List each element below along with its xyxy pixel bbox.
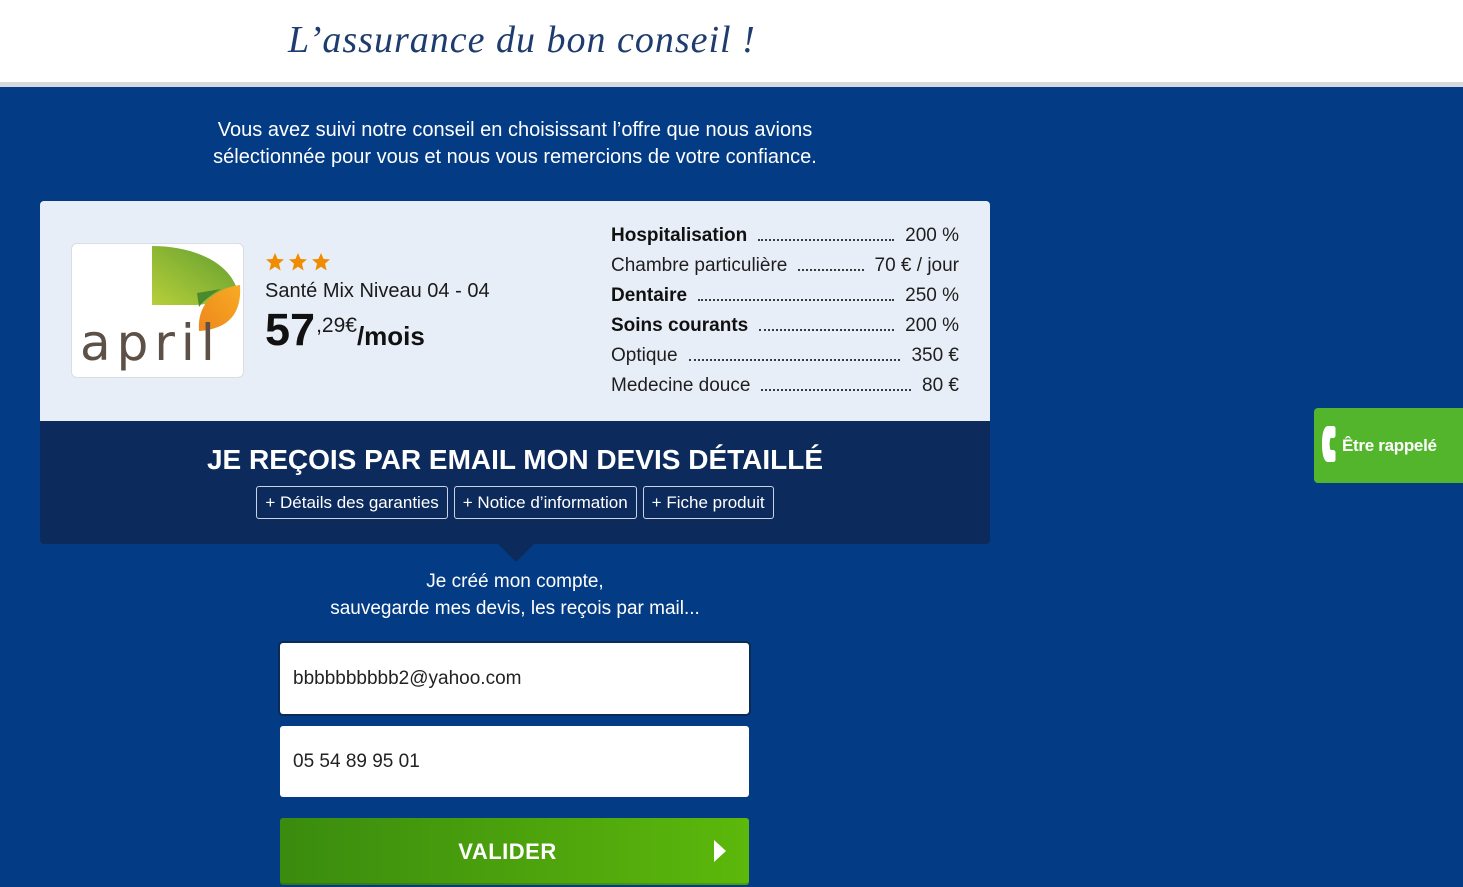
submit-button[interactable]: VALIDER <box>280 818 749 885</box>
april-logo: april <box>80 246 241 372</box>
dot-leader <box>798 269 864 271</box>
arrow-right-icon <box>714 840 726 862</box>
phone-field[interactable] <box>280 726 749 797</box>
guarantee-table: Hospitalisation 200 % Chambre particuliè… <box>611 221 959 401</box>
guarantee-value: 80 € <box>922 375 959 396</box>
price-period: /mois <box>356 321 425 351</box>
banner-title: JE REÇOIS PAR EMAIL MON DEVIS DÉTAILLÉ <box>206 444 824 475</box>
guarantee-value: 350 € <box>911 345 959 366</box>
star-icon <box>266 253 284 271</box>
page: L’assurance du bon conseil ! Vous avez s… <box>0 0 1463 887</box>
phone-icon <box>1322 425 1338 463</box>
guarantee-label: Optique <box>611 345 678 366</box>
guarantee-row: Chambre particulière 70 € / jour <box>611 251 959 281</box>
guarantee-value: 250 % <box>905 285 959 306</box>
guarantee-details-link[interactable]: + Détails des garanties <box>256 486 448 519</box>
document-links: + Détails des garanties + Notice d’infor… <box>40 486 990 519</box>
information-notice-link[interactable]: + Notice d’information <box>453 486 637 519</box>
dot-leader <box>688 359 901 361</box>
guarantee-row: Dentaire 250 % <box>611 281 959 311</box>
guarantee-value: 200 % <box>905 225 959 246</box>
product-name: Santé Mix Niveau 04 - 04 <box>265 280 490 302</box>
submit-label: VALIDER <box>458 838 557 864</box>
guarantee-row: Medecine douce 80 € <box>611 371 959 401</box>
price-decimals: ,29€ <box>316 314 357 337</box>
account-line: sauvegarde mes devis, les reçois par mai… <box>330 598 700 619</box>
guarantee-value: 200 % <box>905 315 959 336</box>
offer-card: april Santé Mix Niveau 04 - 04 57,29€/mo… <box>40 201 990 421</box>
account-line: Je créé mon compte, <box>426 571 604 592</box>
intro-message: Vous avez suivi notre conseil en choisis… <box>40 117 990 171</box>
callback-label: Être rappelé <box>1342 436 1437 455</box>
star-icon <box>289 253 307 271</box>
email-field[interactable] <box>280 643 749 714</box>
callback-button[interactable]: Être rappelé <box>1314 408 1463 483</box>
guarantee-label: Hospitalisation <box>611 225 748 246</box>
site-header: L’assurance du bon conseil ! <box>0 0 1463 82</box>
email-quote-banner: JE REÇOIS PAR EMAIL MON DEVIS DÉTAILLÉ +… <box>40 421 990 544</box>
header-divider <box>0 82 1463 87</box>
logo-wordmark: april <box>80 314 221 372</box>
price-integer: 57 <box>265 304 316 355</box>
insurer-logo: april <box>71 243 244 378</box>
tagline: L’assurance du bon conseil ! <box>288 19 756 61</box>
dot-leader <box>761 389 912 391</box>
guarantee-row: Soins courants 200 % <box>611 311 959 341</box>
guarantee-row: Hospitalisation 200 % <box>611 221 959 251</box>
guarantee-label: Chambre particulière <box>611 255 788 276</box>
monthly-price: 57,29€/mois <box>265 305 425 355</box>
dot-leader <box>759 329 895 331</box>
dot-leader <box>758 239 895 241</box>
intro-line: Vous avez suivi notre conseil en choisis… <box>217 119 813 141</box>
guarantee-label: Dentaire <box>611 285 688 306</box>
intro-line: sélectionnée pour vous et nous vous reme… <box>213 146 817 168</box>
banner-pointer <box>498 544 534 562</box>
guarantee-label: Medecine douce <box>611 375 751 396</box>
star-icon <box>312 253 330 271</box>
guarantee-value: 70 € / jour <box>874 255 960 276</box>
guarantee-row: Optique 350 € <box>611 341 959 371</box>
guarantee-label: Soins courants <box>611 315 749 336</box>
rating-stars <box>265 252 331 272</box>
dot-leader <box>698 299 895 301</box>
account-message: Je créé mon compte, sauvegarde mes devis… <box>40 568 990 622</box>
product-sheet-link[interactable]: + Fiche produit <box>642 486 774 519</box>
